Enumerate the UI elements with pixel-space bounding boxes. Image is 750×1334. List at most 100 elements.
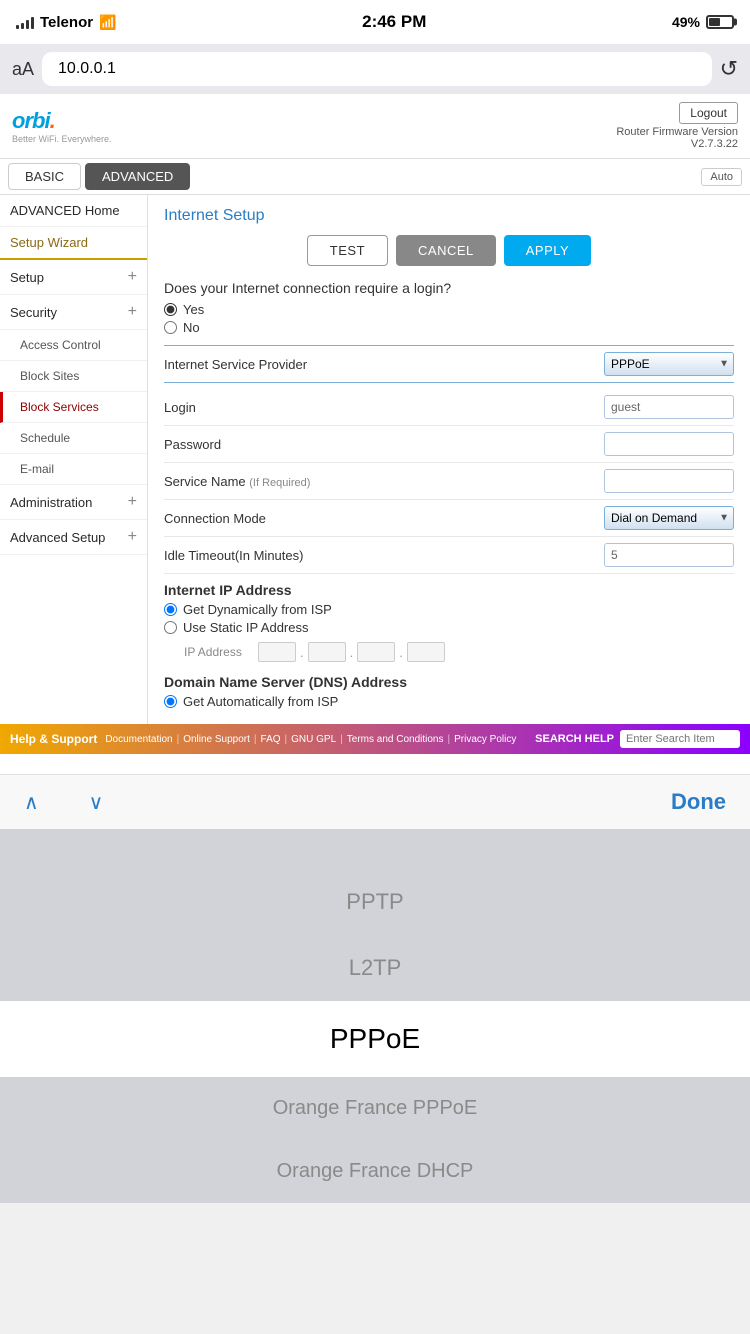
sidebar-item-setup-wizard[interactable]: Setup Wizard (0, 227, 147, 260)
connection-mode-select[interactable]: Dial on Demand Always On (604, 506, 734, 530)
url-display: 10.0.0.1 (58, 60, 116, 78)
radio-get-auto-dns[interactable] (164, 695, 177, 708)
picker-item-pppoe[interactable]: PPPoE (0, 1001, 750, 1077)
connection-mode-select-wrapper[interactable]: Dial on Demand Always On (604, 506, 734, 530)
login-input[interactable] (604, 395, 734, 419)
radio-no-row: No (164, 320, 734, 335)
sidebar-item-setup[interactable]: Setup + (0, 260, 147, 295)
font-size-control[interactable]: aA (12, 59, 34, 80)
password-field-row: Password (164, 426, 734, 463)
password-input[interactable] (604, 432, 734, 456)
help-link-online-support[interactable]: Online Support (183, 734, 250, 745)
isp-label: Internet Service Provider (164, 357, 307, 372)
service-name-input[interactable] (604, 469, 734, 493)
status-left: Telenor 📶 (16, 14, 117, 31)
password-label: Password (164, 437, 221, 452)
browser-bar: aA 10.0.0.1 ↺ (0, 44, 750, 94)
ip-box-3[interactable] (357, 642, 395, 662)
firmware-version: V2.7.3.22 (616, 138, 738, 150)
picker-item-pptp[interactable]: PPTP (0, 869, 750, 935)
get-auto-dns-row: Get Automatically from ISP (164, 694, 734, 709)
refresh-icon[interactable]: ↺ (720, 56, 738, 82)
sidebar-item-security[interactable]: Security + (0, 295, 147, 330)
sidebar-label-security: Security (10, 305, 57, 320)
section-title: Internet Setup (164, 207, 734, 225)
sidebar-label-advanced-setup: Advanced Setup (10, 530, 105, 545)
radio-use-static[interactable] (164, 621, 177, 634)
orbi-logo-text: orbi. (12, 108, 112, 134)
picker-item-orange-pppoe[interactable]: Orange France PPPoE (0, 1077, 750, 1140)
nav-tabs: BASIC ADVANCED Auto (0, 159, 750, 195)
status-time: 2:46 PM (362, 12, 426, 32)
bottom-navigation: ∧ ∨ Done (0, 774, 750, 829)
router-header: orbi. Better WiFi. Everywhere. Logout Ro… (0, 94, 750, 159)
question-text: Does your Internet connection require a … (164, 280, 734, 296)
logout-button[interactable]: Logout (679, 102, 738, 124)
sidebar-label-block-sites: Block Sites (20, 369, 79, 383)
tab-basic[interactable]: BASIC (8, 163, 81, 190)
dns-section-title: Domain Name Server (DNS) Address (164, 674, 734, 690)
login-field-row: Login (164, 389, 734, 426)
get-dynamically-row: Get Dynamically from ISP (164, 602, 734, 617)
sidebar-item-block-sites[interactable]: Block Sites (0, 361, 147, 392)
radio-yes-label: Yes (183, 302, 204, 317)
sidebar-item-access-control[interactable]: Access Control (0, 330, 147, 361)
auto-badge: Auto (701, 168, 742, 186)
search-help-input[interactable] (620, 730, 740, 748)
help-label: Help & Support (10, 732, 97, 746)
connection-mode-field-row: Connection Mode Dial on Demand Always On (164, 500, 734, 537)
sidebar-item-block-services[interactable]: Block Services (0, 392, 147, 423)
sidebar-item-advanced-home[interactable]: ADVANCED Home (0, 195, 147, 227)
ip-dot-3: . (399, 645, 403, 660)
use-static-row: Use Static IP Address (164, 620, 734, 635)
nav-up-arrow[interactable]: ∧ (24, 790, 39, 815)
radio-yes[interactable] (164, 303, 177, 316)
ip-box-2[interactable] (308, 642, 346, 662)
nav-down-arrow[interactable]: ∨ (89, 790, 104, 815)
sidebar-item-administration[interactable]: Administration + (0, 485, 147, 520)
status-bar: Telenor 📶 2:46 PM 49% (0, 0, 750, 44)
sidebar-item-advanced-setup[interactable]: Advanced Setup + (0, 520, 147, 555)
get-dynamically-label: Get Dynamically from ISP (183, 602, 332, 617)
main-panel: Internet Setup TEST CANCEL APPLY Does yo… (148, 195, 750, 724)
help-link-faq[interactable]: FAQ (261, 734, 281, 745)
cancel-button[interactable]: CANCEL (396, 235, 496, 266)
sidebar-expand-advanced-setup-icon: + (128, 528, 137, 546)
idle-timeout-input[interactable] (604, 543, 734, 567)
battery-percentage: 49% (672, 14, 700, 30)
isp-select-wrapper[interactable]: PPPoE PPTP L2TP Orange France PPPoE Oran… (604, 352, 734, 376)
help-link-gnu-gpl[interactable]: GNU GPL (291, 734, 336, 745)
radio-get-dynamically[interactable] (164, 603, 177, 616)
help-link-terms[interactable]: Terms and Conditions (347, 734, 444, 745)
ip-section-title: Internet IP Address (164, 582, 734, 598)
router-page: orbi. Better WiFi. Everywhere. Logout Ro… (0, 94, 750, 774)
picker-item-orange-dhcp[interactable]: Orange France DHCP (0, 1140, 750, 1203)
get-auto-dns-label: Get Automatically from ISP (183, 694, 338, 709)
apply-button[interactable]: APPLY (504, 235, 591, 266)
status-right: 49% (672, 14, 734, 30)
isp-select[interactable]: PPPoE PPTP L2TP Orange France PPPoE Oran… (604, 352, 734, 376)
sidebar-item-email[interactable]: E-mail (0, 454, 147, 485)
radio-no-label: No (183, 320, 200, 335)
done-button[interactable]: Done (671, 789, 726, 815)
battery-icon (706, 15, 734, 29)
sidebar-label-administration: Administration (10, 495, 92, 510)
test-button[interactable]: TEST (307, 235, 388, 266)
help-link-privacy[interactable]: Privacy Policy (454, 734, 516, 745)
help-bar: Help & Support Documentation | Online Su… (0, 724, 750, 754)
ip-address-row: IP Address . . . (164, 638, 734, 666)
tab-advanced[interactable]: ADVANCED (85, 163, 190, 190)
picker-list: PPTP L2TP PPPoE Orange France PPPoE Oran… (0, 869, 750, 1203)
ip-box-4[interactable] (407, 642, 445, 662)
orbi-logo: orbi. Better WiFi. Everywhere. (12, 108, 112, 144)
url-bar[interactable]: 10.0.0.1 (42, 52, 712, 86)
sidebar-item-schedule[interactable]: Schedule (0, 423, 147, 454)
radio-no[interactable] (164, 321, 177, 334)
help-link-documentation[interactable]: Documentation (105, 734, 172, 745)
picker-item-l2tp[interactable]: L2TP (0, 935, 750, 1001)
ip-box-1[interactable] (258, 642, 296, 662)
sidebar-label-setup-wizard: Setup Wizard (10, 235, 88, 250)
firmware-label: Router Firmware Version (616, 126, 738, 138)
action-buttons: TEST CANCEL APPLY (164, 235, 734, 266)
sidebar-label-access-control: Access Control (20, 338, 101, 352)
